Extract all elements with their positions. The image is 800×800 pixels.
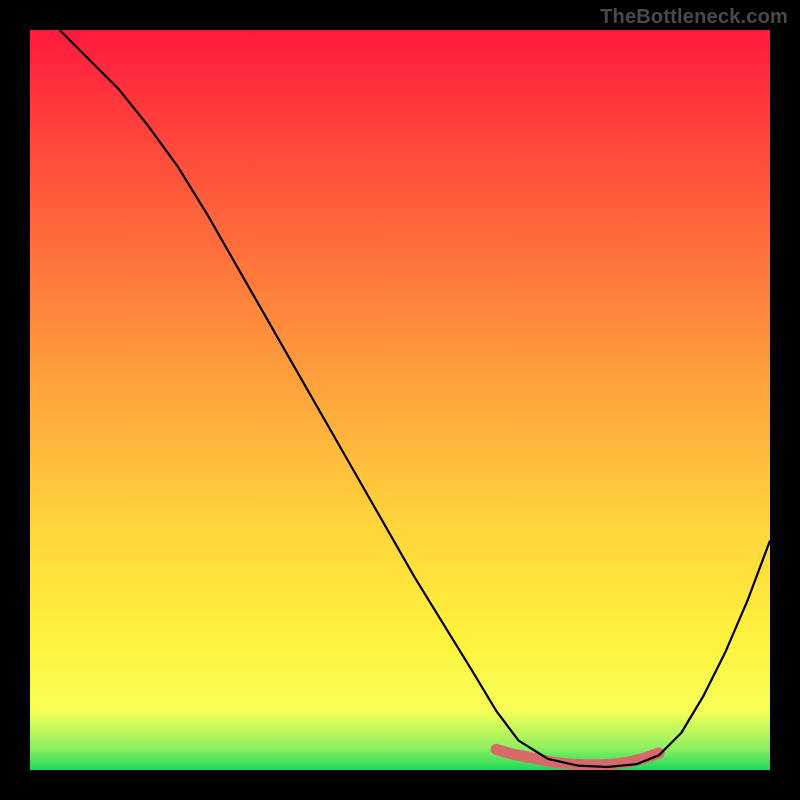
- watermark-text: TheBottleneck.com: [600, 6, 788, 29]
- bottleneck-curve-chart: [30, 30, 770, 770]
- chart-background: [30, 30, 770, 770]
- chart-canvas: [30, 30, 770, 770]
